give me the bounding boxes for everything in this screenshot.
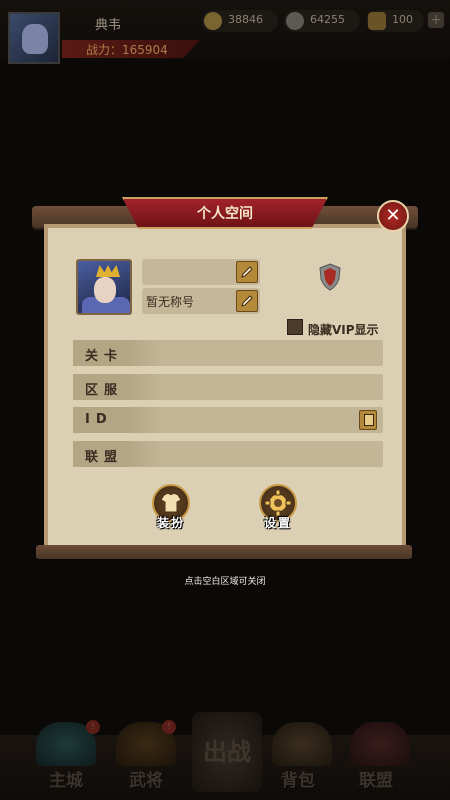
copy-id-button[interactable]: [359, 410, 377, 430]
combat-power: 战力：165904: [86, 43, 168, 57]
alliance-row: 联盟: [73, 441, 383, 467]
battle-icon: 出战: [203, 738, 251, 766]
hide-vip-checkbox[interactable]: [287, 319, 303, 335]
nav-bag-label[interactable]: 背包: [263, 766, 333, 791]
server-row: 区服: [73, 374, 383, 400]
settings-label: 设置: [263, 516, 292, 530]
player-avatar[interactable]: [8, 12, 60, 64]
city-badge: !: [86, 720, 100, 734]
id-label: ID: [85, 412, 113, 427]
dress-up-label: 装扮: [156, 516, 185, 530]
silver-resource[interactable]: 64255: [284, 10, 360, 32]
pencil-icon: [241, 266, 253, 278]
close-button[interactable]: ✕: [377, 200, 409, 232]
hide-vip-label: 隐藏VIP显示: [308, 323, 379, 337]
nav-city-label[interactable]: 主城: [31, 766, 101, 791]
id-row: ID: [73, 407, 383, 433]
player-title-field: 暂无称号: [142, 288, 260, 314]
copy-icon: [364, 414, 374, 426]
hero-portrait[interactable]: [76, 259, 132, 315]
alliance-label: 联盟: [85, 450, 124, 465]
pencil-icon: [241, 295, 253, 307]
alliance-icon[interactable]: [350, 722, 410, 766]
silver-coin-icon: [286, 12, 304, 30]
server-label: 区服: [85, 383, 124, 398]
nav-alliance-label[interactable]: 联盟: [341, 766, 411, 791]
general-badge: !: [162, 720, 176, 734]
nav-general-label[interactable]: 武将: [111, 766, 181, 791]
dialog-title: 个人空间: [197, 206, 253, 222]
close-hint: 点击空白区域可关闭: [184, 577, 266, 587]
ingot-resource[interactable]: 100: [366, 10, 424, 32]
edit-title-button[interactable]: [236, 290, 258, 312]
edit-name-button[interactable]: [236, 261, 258, 283]
player-name: 典韦: [95, 18, 122, 33]
stage-label: 关卡: [85, 349, 124, 364]
gold-coin-icon: [204, 12, 222, 30]
add-currency-button[interactable]: +: [428, 12, 444, 28]
shield-badge-icon[interactable]: [318, 263, 342, 291]
dialog-bottom-frame: [36, 545, 412, 559]
player-name-field: [142, 259, 260, 285]
ingot-icon: [368, 12, 386, 30]
bag-icon[interactable]: [272, 722, 332, 766]
gold-resource[interactable]: 38846: [202, 10, 278, 32]
stage-row: 关卡: [73, 340, 383, 366]
